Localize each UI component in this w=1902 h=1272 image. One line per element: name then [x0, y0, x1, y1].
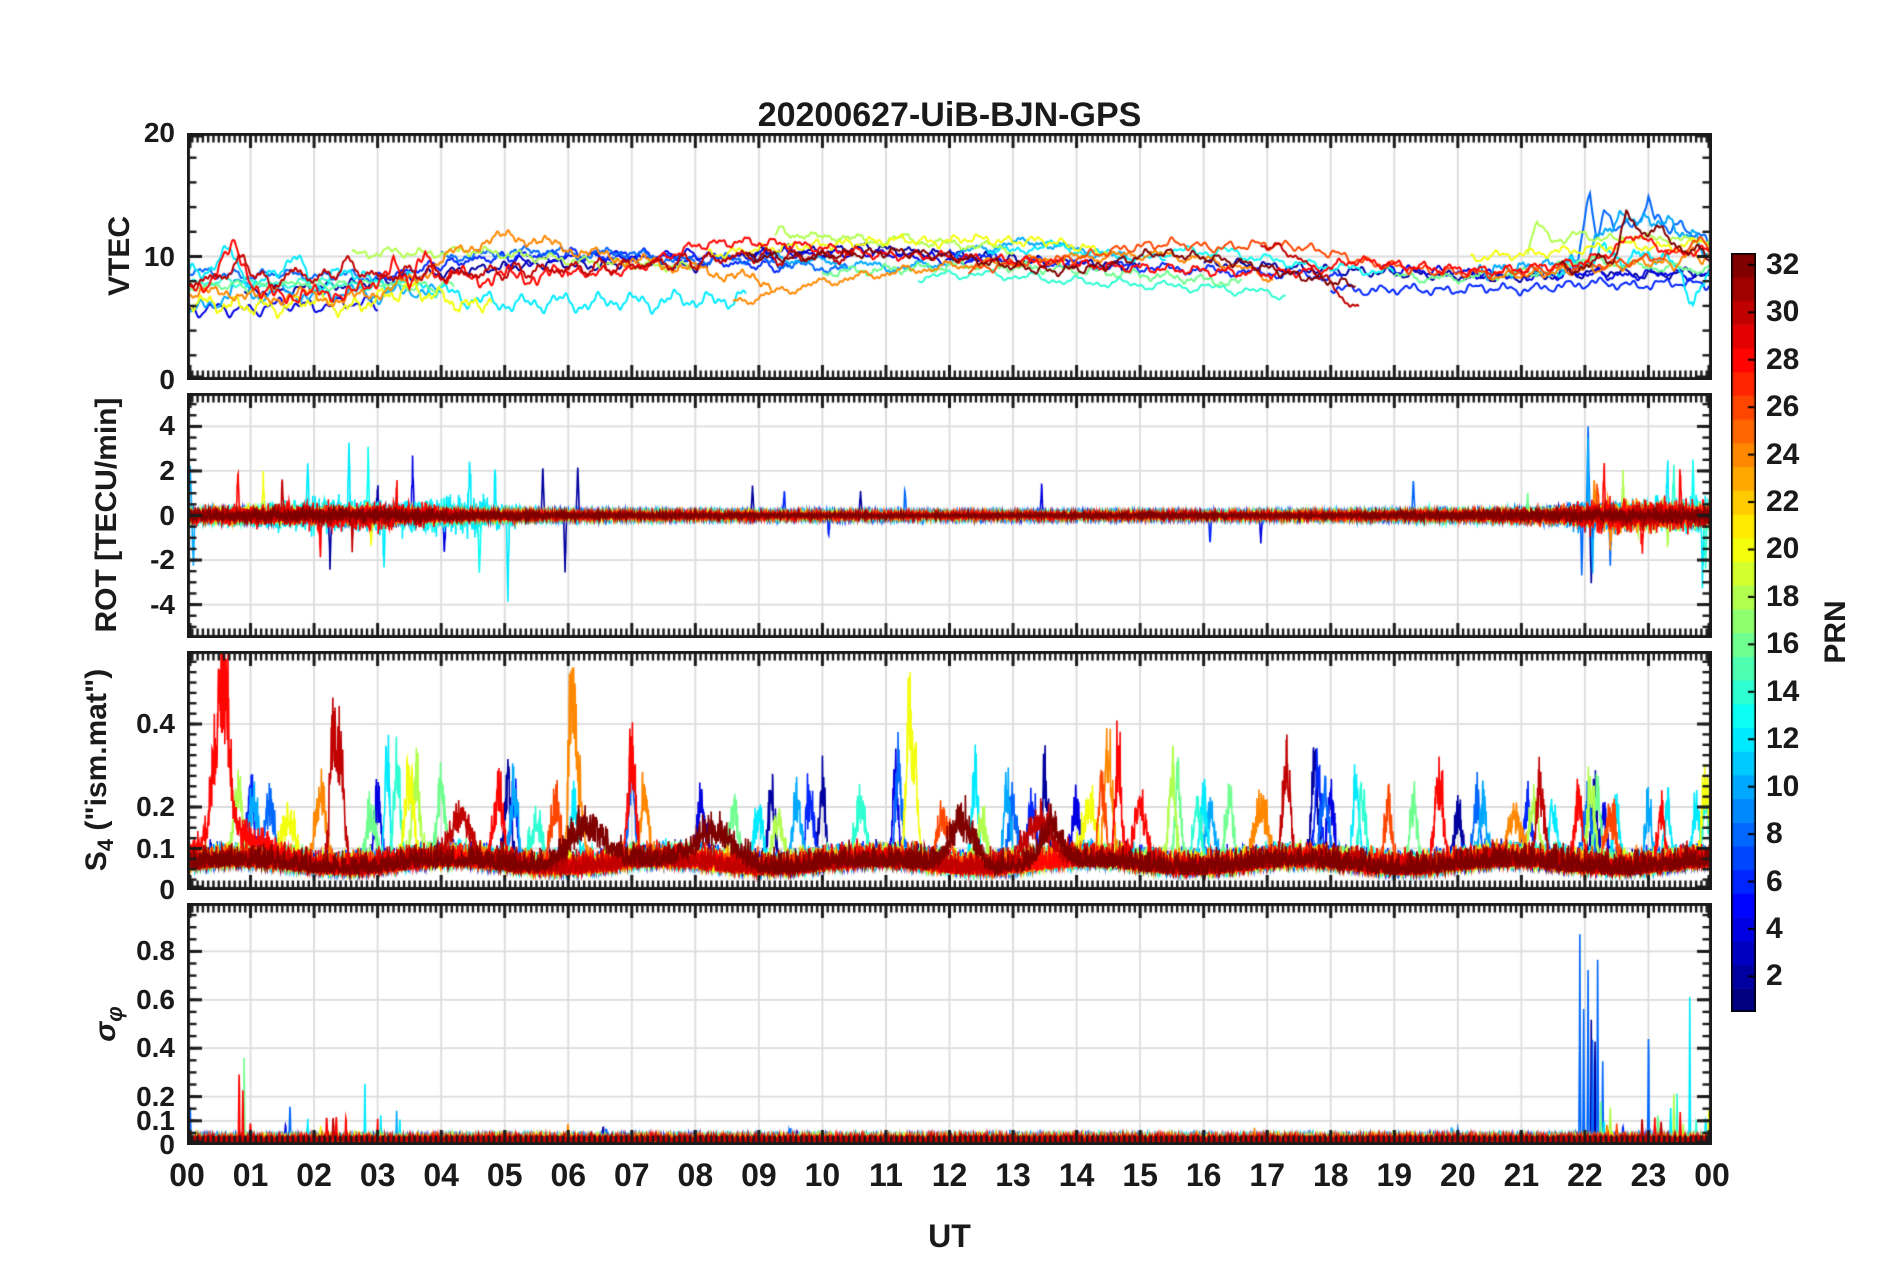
y-tick-label: 2 — [159, 454, 175, 486]
colorbar-tick-label: 12 — [1766, 722, 1800, 756]
y-tick-label: 0.8 — [136, 935, 175, 967]
colorbar-tick-label: 30 — [1766, 295, 1800, 329]
x-tick-label: 00 — [1694, 1157, 1730, 1193]
colorbar-tick-label: 16 — [1766, 627, 1800, 661]
y-tick-label: 4 — [159, 410, 175, 442]
y-tick-label: -4 — [150, 588, 175, 620]
y-tick-label: 0.1 — [136, 832, 175, 864]
y-tick-label: 0 — [159, 874, 175, 905]
y-tick-label: 10 — [143, 240, 175, 272]
colorbar-tick-label: 6 — [1766, 864, 1783, 898]
colorbar-tick-label: 4 — [1766, 911, 1783, 945]
x-axis-label: UT — [928, 1218, 971, 1254]
colorbar-tick-label: 18 — [1766, 579, 1800, 613]
y-tick-label: 0 — [159, 499, 175, 531]
y-tick-label: 0.2 — [136, 1080, 175, 1112]
colorbar-tick-label: 22 — [1766, 485, 1800, 519]
colorbar-tick-label: 10 — [1766, 769, 1800, 803]
y-tick-label: -2 — [150, 544, 175, 576]
colorbar-tick-label: 26 — [1766, 390, 1800, 424]
colorbar — [1731, 253, 1756, 1012]
s4-panel-canvas — [187, 651, 1712, 890]
colorbar-tick-label: 14 — [1766, 674, 1800, 708]
y-tick-label: 0.6 — [136, 983, 175, 1015]
y-tick-label: 0.4 — [136, 1032, 175, 1064]
colorbar-tick-label: 2 — [1766, 959, 1783, 993]
rot-panel-canvas — [187, 393, 1712, 638]
figure: 20200627-UiB-BJN-GPS VTEC ROT [TECU/min]… — [0, 0, 1902, 1272]
colorbar-tick-label: 20 — [1766, 532, 1800, 566]
y-tick-label: 0.2 — [136, 791, 175, 822]
y-tick-label: 20 — [143, 117, 175, 148]
sigma-phi-panel-canvas — [187, 903, 1712, 1145]
chart-title: 20200627-UiB-BJN-GPS — [757, 96, 1142, 134]
colorbar-tick-label: 32 — [1766, 247, 1800, 281]
colorbar-tick-label: 28 — [1766, 342, 1800, 376]
y-tick-label: 0 — [159, 364, 175, 395]
vtec-panel-canvas — [187, 133, 1712, 380]
y-tick-label: 0.4 — [136, 708, 175, 740]
colorbar-tick-label: 8 — [1766, 817, 1783, 851]
colorbar-tick-label: 24 — [1766, 437, 1800, 471]
